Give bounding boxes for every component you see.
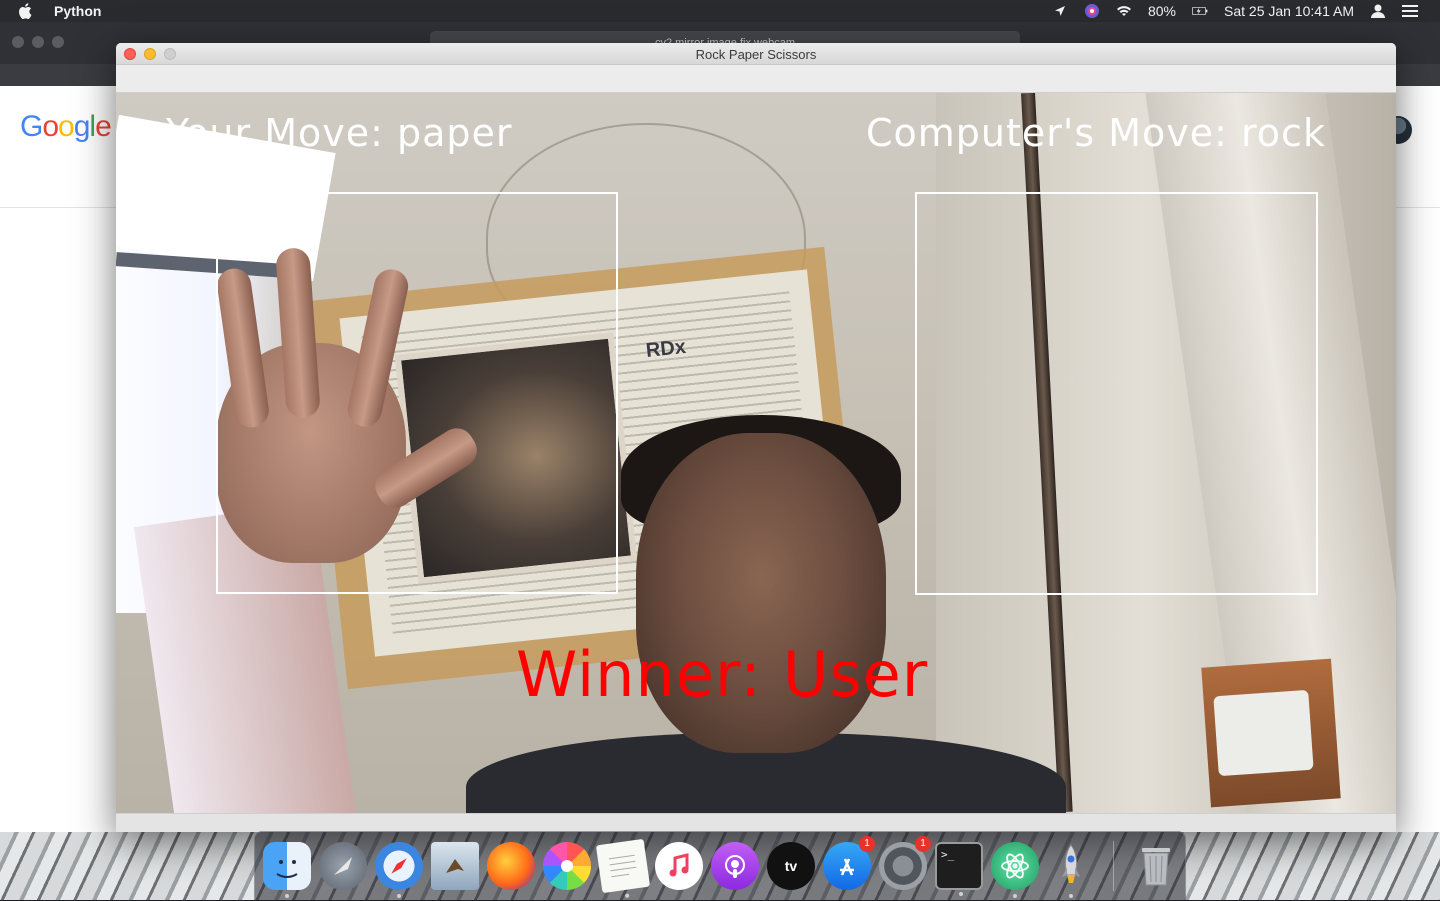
textedit-icon[interactable]	[595, 838, 651, 898]
notification-center-icon[interactable]	[1402, 3, 1418, 19]
mail-icon[interactable]	[431, 842, 479, 890]
system-preferences-icon[interactable]: 1	[879, 836, 931, 890]
safari-icon[interactable]	[375, 842, 423, 898]
atom-icon[interactable]	[991, 842, 1039, 898]
running-indicator	[397, 894, 401, 898]
google-logo-letter: o	[42, 110, 59, 143]
trash-icon[interactable]	[1132, 842, 1180, 890]
finder-icon[interactable]	[263, 842, 311, 898]
computer-move-label: Computer's Move: rock	[866, 111, 1326, 155]
app-store-icon[interactable]: 1	[823, 836, 875, 890]
wall-socket-plate	[1213, 689, 1314, 777]
launchpad-icon[interactable]	[319, 842, 367, 890]
clock[interactable]: Sat 25 Jan 10:41 AM	[1224, 3, 1354, 19]
rock-paper-scissors-window: Rock Paper Scissors RDx Your Move: paper…	[116, 43, 1396, 832]
dock: tv 1 1 >_	[254, 831, 1186, 900]
tv-icon[interactable]: tv	[767, 842, 815, 890]
google-logo-letter: e	[95, 110, 112, 143]
google-logo-letter: g	[73, 110, 91, 143]
browser-close-button[interactable]	[12, 36, 24, 48]
browser-minimize-button[interactable]	[32, 36, 44, 48]
user-icon[interactable]	[1370, 3, 1386, 19]
winner-label: Winner: User	[516, 638, 929, 711]
running-indicator	[624, 893, 630, 898]
apple-icon[interactable]	[18, 3, 36, 19]
terminal-icon-label: >_	[941, 848, 955, 861]
location-icon	[1052, 3, 1068, 19]
webcam-feed: RDx Your Move: paper Computer's Move: ro…	[116, 93, 1396, 813]
google-logo[interactable]: Google	[20, 110, 112, 144]
running-indicator	[959, 892, 963, 896]
google-logo-letter: o	[58, 110, 75, 143]
rocket-icon[interactable]	[1047, 842, 1095, 898]
siri-icon[interactable]	[1084, 3, 1100, 19]
notification-badge: 1	[859, 836, 875, 852]
your-move-label: Your Move: paper	[166, 111, 513, 155]
battery-icon[interactable]	[1192, 3, 1208, 19]
podcasts-icon[interactable]	[711, 842, 759, 890]
terminal-icon[interactable]: >_	[935, 842, 983, 896]
wifi-icon[interactable]	[1116, 3, 1132, 19]
music-icon[interactable]	[655, 842, 703, 890]
notification-badge: 1	[915, 836, 931, 852]
photos-icon[interactable]	[543, 842, 591, 890]
menu-bar: Python 80% Sat 25 Jan 10:41 AM	[0, 0, 1440, 22]
poster-logo: RDx	[644, 335, 688, 363]
window-toolbar	[116, 65, 1396, 93]
window-title: Rock Paper Scissors	[695, 47, 817, 62]
user-hand-box	[216, 192, 618, 594]
computer-move-box	[915, 192, 1318, 595]
running-indicator	[1069, 894, 1073, 898]
google-logo-letter: G	[20, 110, 43, 143]
window-status-strip	[116, 813, 1396, 832]
app-name[interactable]: Python	[54, 3, 101, 19]
browser-zoom-button[interactable]	[52, 36, 64, 48]
dock-separator	[1113, 841, 1114, 891]
running-indicator	[285, 894, 289, 898]
tv-icon-label: tv	[784, 858, 798, 874]
firefox-icon[interactable]	[487, 842, 535, 890]
battery-percentage[interactable]: 80%	[1148, 3, 1176, 19]
window-titlebar[interactable]: Rock Paper Scissors	[116, 43, 1396, 65]
running-indicator	[1013, 894, 1017, 898]
